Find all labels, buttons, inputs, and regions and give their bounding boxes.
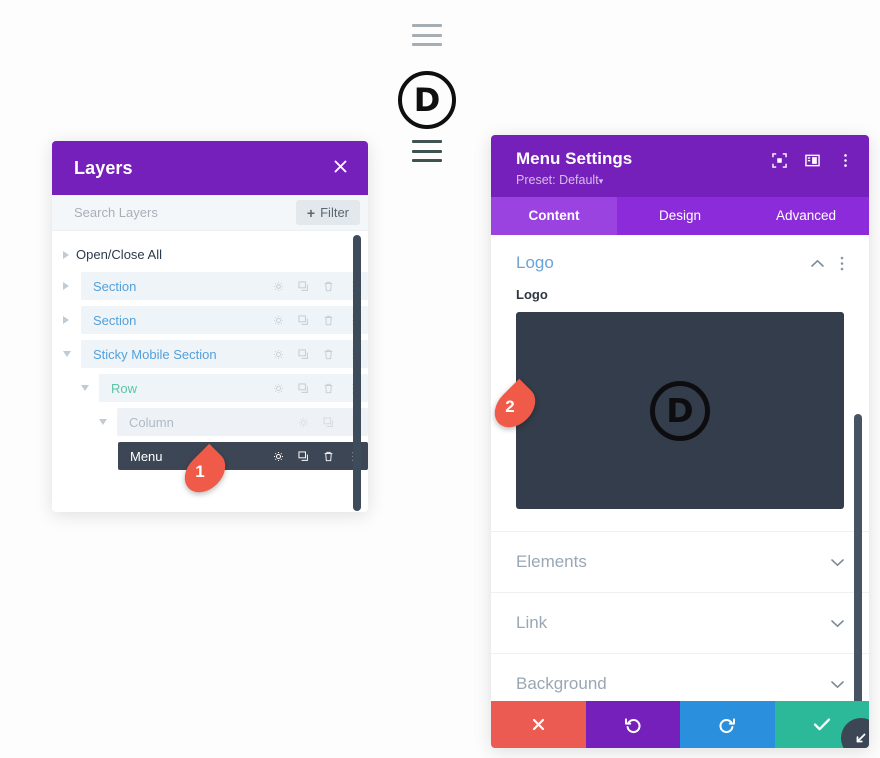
chevron-down-icon[interactable] [831, 558, 844, 567]
chevron-down-icon[interactable] [831, 619, 844, 628]
more-options-icon[interactable] [840, 256, 844, 271]
chevron-down-icon[interactable] [81, 385, 89, 391]
tab-advanced[interactable]: Advanced [743, 197, 869, 235]
gear-icon[interactable] [272, 280, 285, 293]
open-close-all-label: Open/Close All [76, 247, 162, 262]
settings-panel-body: Logo Logo D Elements Link Background [491, 235, 869, 701]
section-elements[interactable]: Elements [491, 531, 869, 592]
trash-icon[interactable] [322, 280, 335, 293]
hamburger-menu-top-icon[interactable] [412, 24, 442, 46]
chevron-up-icon[interactable] [811, 259, 824, 268]
section-background-title: Background [516, 674, 607, 694]
page-title: Menu Settings [516, 149, 633, 168]
gear-icon[interactable] [272, 450, 285, 463]
table-row[interactable]: Section [52, 272, 368, 300]
trash-icon[interactable] [322, 450, 335, 463]
trash-icon[interactable] [322, 348, 335, 361]
callout-badge-2-number: 2 [505, 397, 515, 416]
cancel-button[interactable] [491, 701, 586, 748]
section-link[interactable]: Link [491, 592, 869, 653]
callout-badge-2: 2 [486, 378, 544, 436]
duplicate-icon[interactable] [297, 382, 310, 395]
divi-logo-letter: D [413, 81, 441, 119]
layer-label: Section [93, 278, 137, 294]
layers-panel-header: Layers [52, 141, 368, 195]
section-logo: Logo Logo D [491, 235, 869, 510]
table-row[interactable]: Section [52, 306, 368, 334]
chevron-down-icon[interactable] [63, 351, 71, 357]
callout-badge-1-number: 1 [195, 462, 205, 481]
settings-tabs: Content Design Advanced [491, 197, 869, 236]
table-row[interactable]: Column [52, 408, 368, 436]
settings-footer [491, 701, 869, 748]
preset-selector[interactable]: Preset: Default▾ [516, 173, 632, 187]
logo-field-label: Logo [516, 287, 548, 303]
layer-label: Sticky Mobile Section [93, 346, 217, 362]
section-logo-title: Logo [516, 253, 554, 273]
layers-scrollbar[interactable] [353, 231, 361, 511]
chevron-right-icon [63, 250, 69, 259]
duplicate-icon[interactable] [297, 450, 310, 463]
settings-panel-header: Menu Settings Preset: Default▾ [491, 135, 869, 198]
tab-content[interactable]: Content [491, 197, 617, 236]
gear-icon[interactable] [297, 416, 310, 429]
trash-icon[interactable] [322, 314, 335, 327]
logo-preview[interactable]: D [516, 312, 844, 510]
layers-search-bar: + Filter [52, 195, 368, 231]
redo-button[interactable] [680, 701, 775, 748]
chevron-down-icon[interactable] [99, 419, 107, 425]
layers-scrollbar-thumb[interactable] [353, 235, 361, 511]
table-row[interactable]: Sticky Mobile Section [52, 340, 368, 368]
settings-scrollbar-thumb[interactable] [854, 414, 862, 701]
gear-icon[interactable] [272, 382, 285, 395]
filter-button-label: Filter [320, 205, 349, 220]
preset-label: Preset: Default [516, 173, 599, 188]
section-link-title: Link [516, 613, 548, 633]
panel-layout-icon[interactable] [805, 153, 820, 168]
hamburger-menu-bottom-icon[interactable] [412, 140, 442, 162]
divi-logo: D [398, 71, 456, 129]
gear-icon[interactable] [272, 348, 285, 361]
callout-badge-1: 1 [176, 443, 234, 501]
layer-label: Menu [130, 448, 163, 464]
section-background[interactable]: Background [491, 653, 869, 701]
more-options-icon[interactable] [838, 153, 853, 168]
focus-icon[interactable] [772, 153, 787, 168]
chevron-down-icon: ▾ [598, 176, 604, 187]
chevron-down-icon[interactable] [831, 680, 844, 689]
layers-panel-title: Layers [74, 157, 133, 178]
trash-icon[interactable] [322, 382, 335, 395]
layer-label: Column [129, 414, 174, 430]
gear-icon[interactable] [272, 314, 285, 327]
tab-design[interactable]: Design [617, 197, 743, 235]
filter-button[interactable]: + Filter [295, 200, 360, 225]
divi-logo-image: D [650, 380, 710, 441]
section-elements-title: Elements [516, 552, 587, 572]
logo-preview-letter: D [666, 391, 694, 431]
duplicate-icon[interactable] [297, 314, 310, 327]
open-close-all-toggle[interactable]: Open/Close All [52, 243, 368, 266]
layer-label: Row [111, 380, 138, 396]
plus-icon: + [306, 204, 316, 221]
section-logo-header[interactable]: Logo [516, 253, 844, 287]
close-icon[interactable] [333, 159, 348, 178]
search-input[interactable] [74, 205, 264, 220]
duplicate-icon[interactable] [297, 280, 310, 293]
chevron-right-icon[interactable] [63, 316, 69, 324]
menu-settings-panel: Menu Settings Preset: Default▾ Content D… [491, 135, 869, 748]
layer-label: Section [93, 312, 137, 328]
duplicate-icon[interactable] [297, 348, 310, 361]
table-row[interactable]: Row [52, 374, 368, 402]
undo-button[interactable] [585, 701, 680, 748]
duplicate-icon[interactable] [322, 416, 335, 429]
chevron-right-icon[interactable] [63, 282, 69, 290]
